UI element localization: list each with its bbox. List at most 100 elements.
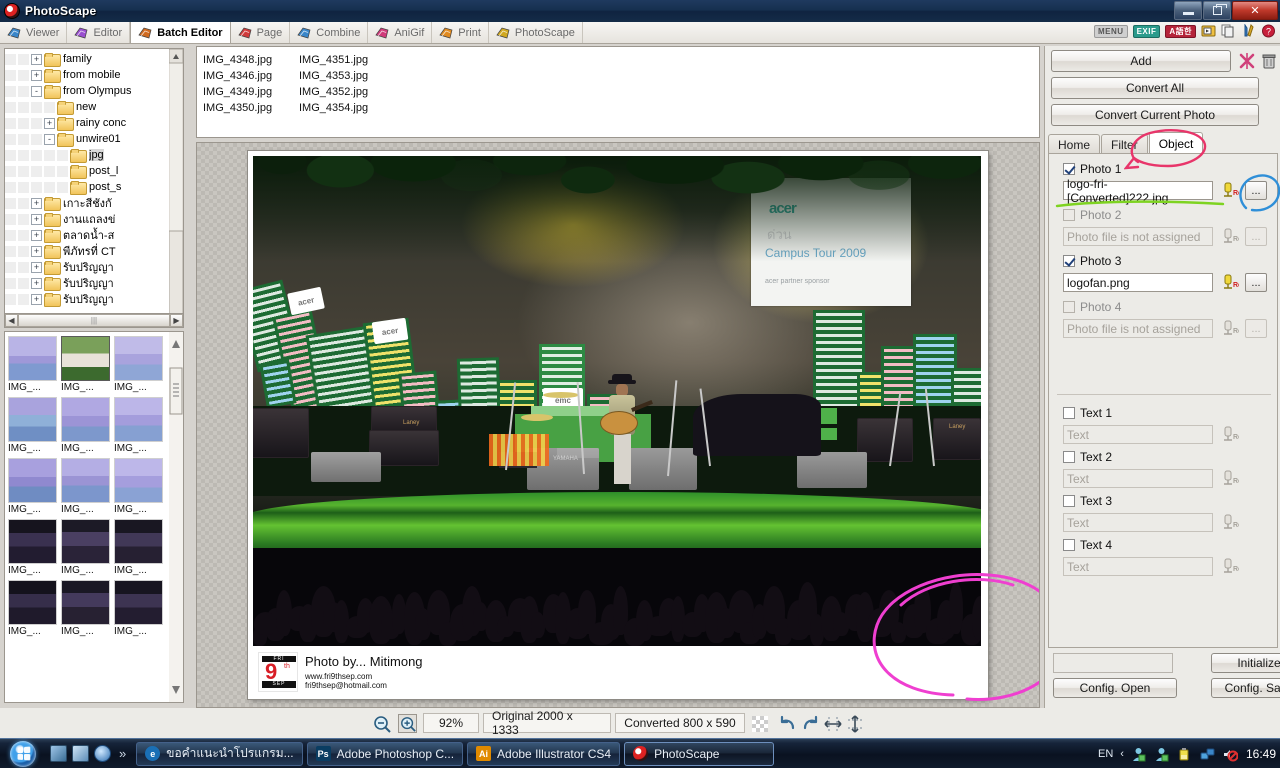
thumbnail-scrollbar[interactable]: [169, 332, 183, 702]
tree-expander-plus-icon[interactable]: +: [31, 261, 42, 273]
tree-expander-plus-icon[interactable]: +: [31, 69, 42, 81]
photo-checkbox-1[interactable]: [1063, 163, 1075, 175]
text-checkbox-row-2[interactable]: Text 2: [1063, 450, 1112, 464]
folder-tree[interactable]: + family + from mobile - from Olympus new + rain…: [4, 48, 184, 318]
tree-node[interactable]: + ตลาดน้ำ-ส: [5, 227, 183, 243]
convert-all-button[interactable]: Convert All: [1051, 77, 1259, 99]
taskbar-item[interactable]: Ai Adobe Illustrator CS4: [467, 741, 621, 766]
tree-expander-plus-icon[interactable]: +: [31, 213, 42, 225]
tree-node[interactable]: + งานแถลงข่: [5, 211, 183, 227]
panel-tab-object[interactable]: Object: [1148, 132, 1204, 154]
tree-node[interactable]: - from Olympus: [5, 83, 183, 99]
show-hidden-icons-icon[interactable]: ‹: [1120, 748, 1124, 760]
quick-launch-overflow[interactable]: »: [119, 746, 126, 761]
taskbar-item[interactable]: e ขอคำแนะนำโปรแกรม...: [136, 741, 303, 766]
text-checkbox-3[interactable]: [1063, 495, 1075, 507]
tree-node[interactable]: + รับปริญญา: [5, 275, 183, 291]
tab-viewer[interactable]: Viewer: [0, 22, 68, 43]
text-position-lamp-icon-2[interactable]: Re: [1221, 469, 1242, 488]
position-lamp-icon-1[interactable]: Re: [1221, 181, 1242, 200]
thumbnail-item[interactable]: IMG_...: [114, 397, 163, 454]
taskbar-clock[interactable]: 16:49: [1246, 747, 1276, 761]
tab-batch-editor[interactable]: Batch Editor: [130, 22, 231, 43]
tree-expander-plus-icon[interactable]: +: [31, 197, 42, 209]
position-lamp-icon-2[interactable]: Re: [1221, 227, 1242, 246]
thumbnail-item[interactable]: IMG_...: [61, 580, 110, 637]
tree-expander-plus-icon[interactable]: +: [31, 229, 42, 241]
photo-file-field-3[interactable]: logofan.png: [1063, 273, 1213, 292]
tree-node[interactable]: jpg: [5, 147, 183, 163]
language-indicator[interactable]: EN: [1098, 748, 1113, 760]
tree-expander-plus-icon[interactable]: +: [31, 53, 42, 65]
thumbnail-item[interactable]: IMG_...: [114, 336, 163, 393]
tree-node[interactable]: - unwire01: [5, 131, 183, 147]
scroll-thumb[interactable]: |||: [18, 314, 170, 327]
photo-checkbox-2[interactable]: [1063, 209, 1075, 221]
copy-icon[interactable]: [1221, 24, 1236, 39]
thumbnail-panel[interactable]: IMG_... IMG_... IMG_... IMG_... IMG_... IMG_.…: [4, 331, 184, 703]
zoom-in-icon[interactable]: [398, 714, 417, 733]
photo-browse-button-2[interactable]: ...: [1245, 227, 1267, 246]
photo-browse-button-4[interactable]: ...: [1245, 319, 1267, 338]
text-value-field-1[interactable]: Text: [1063, 425, 1213, 444]
tree-expander-plus-icon[interactable]: +: [31, 245, 42, 257]
tree-node[interactable]: new: [5, 99, 183, 115]
file-list-item[interactable]: IMG_4354.jpg: [299, 100, 395, 116]
trash-icon[interactable]: [1258, 50, 1280, 72]
shuffle-icon[interactable]: [1236, 50, 1258, 72]
thumbnail-item[interactable]: IMG_...: [8, 580, 57, 637]
tab-combine[interactable]: Combine: [290, 22, 369, 43]
tree-node[interactable]: + rainy conc: [5, 115, 183, 131]
volume-muted-icon[interactable]: [1223, 746, 1239, 762]
photo-checkbox-4[interactable]: [1063, 301, 1075, 313]
tree-node[interactable]: + เกาะสีชังกั: [5, 195, 183, 211]
file-list-item[interactable]: IMG_4346.jpg: [203, 68, 299, 84]
photo-file-field-4[interactable]: Photo file is not assigned: [1063, 319, 1213, 338]
text-position-lamp-icon-3[interactable]: Re: [1221, 513, 1242, 532]
taskbar-item[interactable]: PhotoScape: [624, 741, 775, 766]
thumbnail-item[interactable]: IMG_...: [61, 519, 110, 576]
user-account-icon-2[interactable]: [1154, 746, 1170, 762]
slideshow-icon[interactable]: [1201, 24, 1216, 39]
text-position-lamp-icon-4[interactable]: Re: [1221, 557, 1242, 576]
config-save-button[interactable]: Config. Save: [1211, 678, 1280, 698]
file-list[interactable]: IMG_4348.jpg IMG_4346.jpg IMG_4349.jpg IMG_…: [196, 46, 1040, 138]
help-icon[interactable]: ?: [1261, 24, 1276, 39]
text-position-lamp-icon-1[interactable]: Re: [1221, 425, 1242, 444]
tools-icon[interactable]: [1241, 23, 1256, 39]
tree-node[interactable]: + from mobile: [5, 67, 183, 83]
minimize-button[interactable]: [1174, 1, 1202, 20]
tree-expander-minus-icon[interactable]: -: [31, 85, 42, 97]
fit-width-icon[interactable]: [823, 714, 842, 733]
photo-browse-button-1[interactable]: ...: [1245, 181, 1267, 200]
photo-file-field-2[interactable]: Photo file is not assigned: [1063, 227, 1213, 246]
thumbnail-item[interactable]: IMG_...: [61, 336, 110, 393]
taskbar-item[interactable]: Ps Adobe Photoshop C...: [306, 741, 464, 766]
file-list-item[interactable]: IMG_4349.jpg: [203, 84, 299, 100]
initialize-button[interactable]: Initialize: [1211, 653, 1280, 673]
tree-expander-plus-icon[interactable]: +: [31, 293, 42, 305]
thumbnail-item[interactable]: IMG_...: [61, 458, 110, 515]
photo-file-field-1[interactable]: logo-fri-[Converted]222.jpg: [1063, 177, 1213, 205]
file-list-item[interactable]: IMG_4348.jpg: [203, 52, 299, 68]
tab-page[interactable]: Page: [231, 22, 291, 43]
battery-icon[interactable]: [1177, 746, 1193, 762]
restore-button[interactable]: [1203, 1, 1231, 20]
text-value-field-2[interactable]: Text: [1063, 469, 1213, 488]
tab-print[interactable]: Print: [432, 22, 489, 43]
text-checkbox-2[interactable]: [1063, 451, 1075, 463]
thumbnail-item[interactable]: IMG_...: [114, 458, 163, 515]
user-account-icon-1[interactable]: [1131, 746, 1147, 762]
tree-node[interactable]: + พีภัทรที่ CT: [5, 243, 183, 259]
photo-checkbox-row-2[interactable]: Photo 2: [1063, 208, 1121, 222]
scroll-right-button[interactable]: ▶: [170, 314, 183, 327]
text-checkbox-row-1[interactable]: Text 1: [1063, 406, 1112, 420]
panel-tab-home[interactable]: Home: [1048, 134, 1101, 154]
thumbnail-item[interactable]: IMG_...: [8, 397, 57, 454]
tree-node[interactable]: post_l: [5, 163, 183, 179]
language-badge[interactable]: A語한: [1165, 25, 1196, 38]
file-list-item[interactable]: IMG_4350.jpg: [203, 100, 299, 116]
flip-3d-icon[interactable]: [72, 745, 89, 762]
file-list-item[interactable]: IMG_4351.jpg: [299, 52, 395, 68]
tree-expander-plus-icon[interactable]: +: [31, 277, 42, 289]
